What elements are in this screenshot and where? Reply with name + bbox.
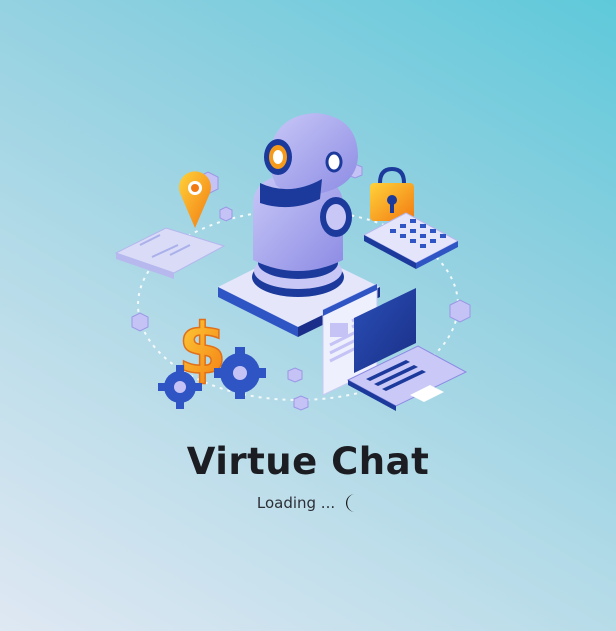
app-title: Virtue Chat — [186, 440, 430, 483]
location-pin-icon — [179, 171, 211, 228]
calculator-icon — [362, 212, 460, 269]
robot-icon — [253, 113, 358, 271]
loading-text: Loading ... — [256, 494, 336, 512]
splash-screen: $ Virtue Chat Loading ... — [0, 0, 616, 631]
loading-indicator: Loading ... — [0, 492, 616, 514]
loading-spinner-icon — [346, 494, 356, 512]
robot-assistant-illustration: $ — [114, 113, 471, 411]
map-icon — [114, 227, 226, 279]
